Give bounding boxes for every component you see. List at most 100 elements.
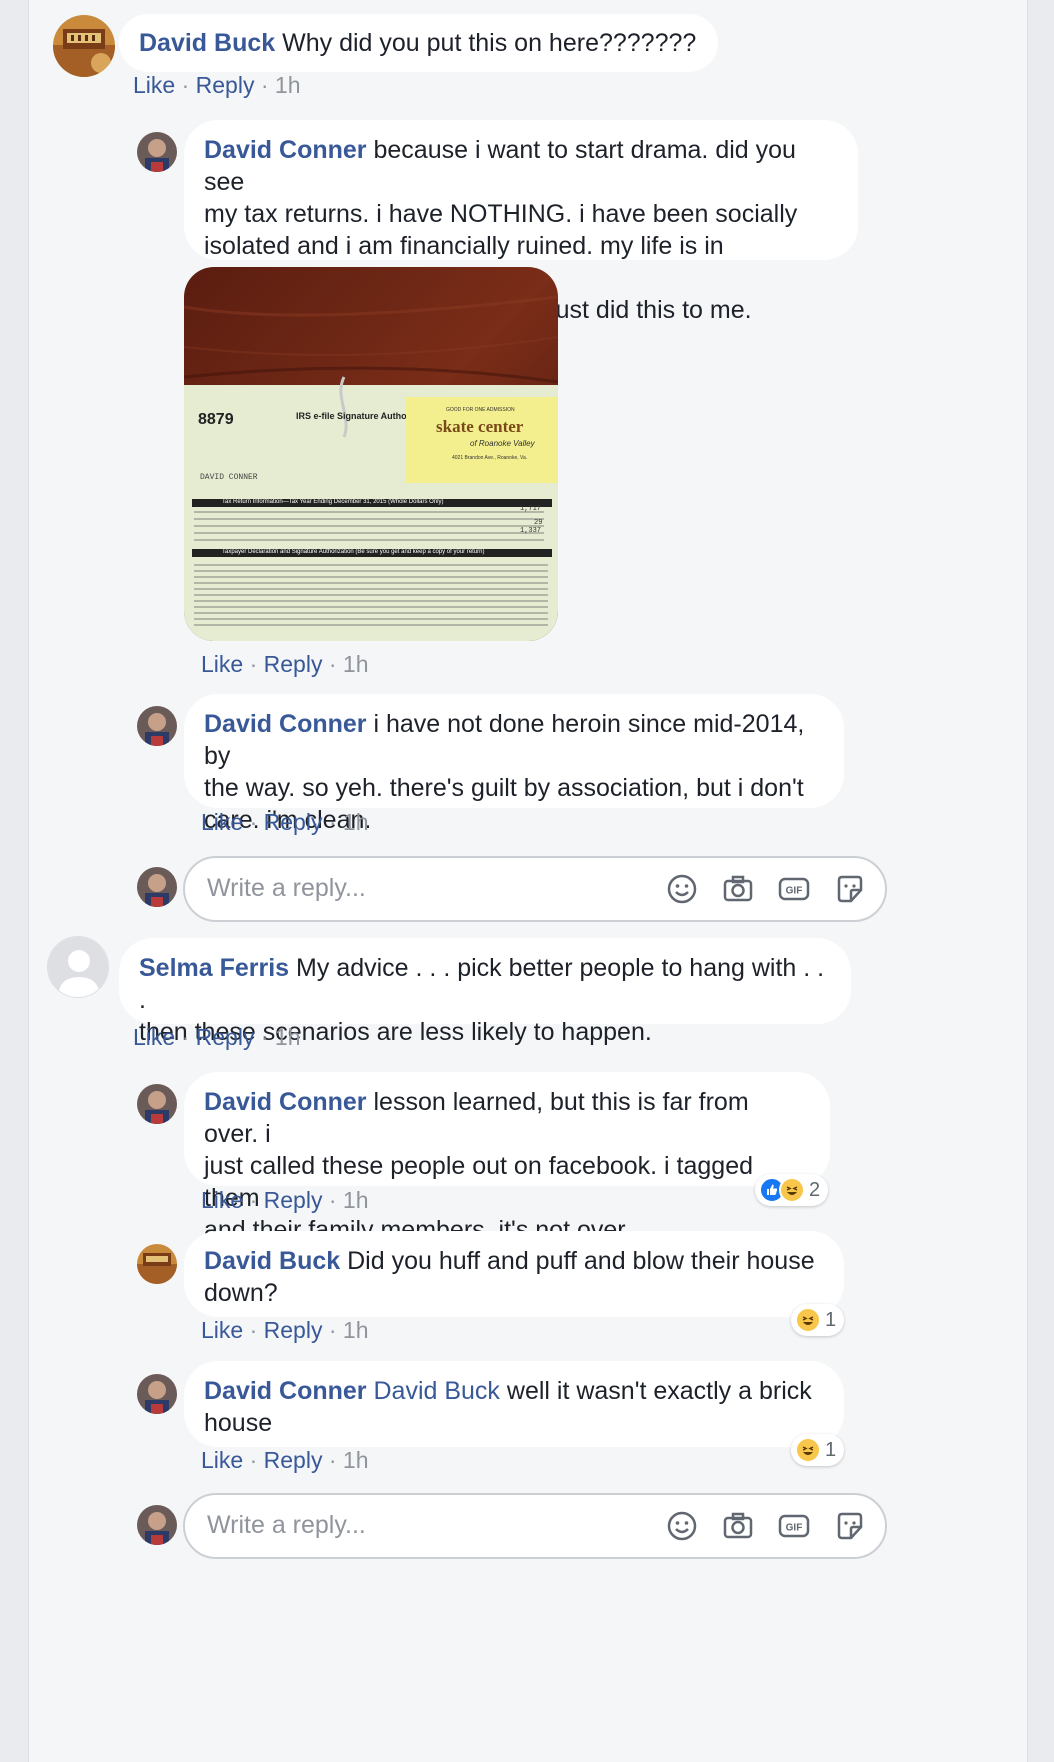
reply-actions: Like · Reply · 1h (201, 1447, 369, 1473)
comment-text: Why did you put this on here??????? (282, 29, 697, 57)
reply-bubble: David Conner i have not done heroin sinc… (184, 694, 844, 834)
reply-placeholder: Write a reply... (207, 1511, 366, 1539)
avatar[interactable] (53, 15, 115, 77)
form-value: 1,717 (520, 505, 542, 513)
guitar-avatar-icon (53, 15, 115, 77)
svg-text:GIF: GIF (786, 886, 803, 897)
like-link[interactable]: Like (133, 1024, 175, 1050)
reply-link[interactable]: Reply (196, 1024, 255, 1050)
reply-link[interactable]: Reply (264, 1187, 323, 1213)
person-avatar-icon (137, 132, 177, 172)
ticket-address: 4021 Brandon Ave., Roanoke, Va. (452, 455, 528, 461)
reply-author[interactable]: David Conner (204, 1377, 367, 1405)
form-part2: Taxpayer Declaration and Signature Autho… (222, 549, 485, 555)
timestamp[interactable]: 1h (275, 1024, 301, 1050)
reply-author[interactable]: David Conner (204, 1088, 367, 1116)
haha-reaction-icon (795, 1437, 821, 1463)
comment-actions: Like · Reply · 1h (133, 72, 301, 98)
form-part1: Tax Return Information—Tax Year Ending D… (222, 499, 444, 505)
like-link[interactable]: Like (201, 1187, 243, 1213)
comment-author[interactable]: Selma Ferris (139, 954, 289, 982)
like-link[interactable]: Like (201, 1317, 243, 1343)
reaction-count: 1 (825, 1438, 837, 1461)
reply-link[interactable]: Reply (264, 651, 323, 677)
reply-actions: Like · Reply · 1h (201, 651, 369, 677)
reply-input[interactable]: Write a reply... GIF (183, 1493, 887, 1559)
tax-form-photo (184, 267, 558, 641)
reply-link[interactable]: Reply (264, 1317, 323, 1343)
person-avatar-icon (137, 706, 177, 746)
reply-actions: Like · Reply · 1h (201, 1317, 369, 1343)
reply-link[interactable]: Reply (264, 1447, 323, 1473)
person-avatar-icon (137, 867, 177, 907)
default-profile-icon (48, 937, 108, 997)
camera-icon[interactable] (721, 872, 755, 906)
reply-actions: Like · Reply · 1h (201, 1187, 369, 1213)
comment-bubble: Selma Ferris My advice . . . pick better… (119, 938, 851, 1046)
reaction-summary[interactable]: 1 (791, 1434, 845, 1466)
reply-actions: Like · Reply · 1h (201, 809, 369, 835)
form-title: IRS e-file Signature Author (296, 411, 406, 421)
reply-author[interactable]: David Conner (204, 136, 367, 164)
reply-author[interactable]: David Buck (204, 1247, 340, 1275)
reaction-summary[interactable]: 1 (791, 1304, 845, 1336)
comment-bubble: David Buck Why did you put this on here?… (119, 14, 719, 72)
timestamp[interactable]: 1h (343, 809, 369, 835)
ticket-brand: skate center (436, 417, 524, 436)
form-value: 29 (534, 519, 543, 527)
gif-icon[interactable]: GIF (777, 872, 811, 906)
comments-panel: David Buck Why did you put this on here?… (28, 0, 1028, 1762)
avatar[interactable] (137, 1244, 177, 1284)
ticket-header: GOOD FOR ONE ADMISSION (446, 407, 515, 413)
avatar[interactable] (137, 132, 177, 172)
gif-icon[interactable]: GIF (777, 1509, 811, 1543)
form-value: 1,337 (520, 527, 542, 535)
reply-input[interactable]: Write a reply... GIF (183, 856, 887, 922)
haha-reaction-icon (779, 1177, 805, 1203)
emoji-icon[interactable] (665, 1509, 699, 1543)
reply-author[interactable]: David Conner (204, 710, 367, 738)
reaction-count: 1 (825, 1308, 837, 1331)
mention-link[interactable]: David Buck (373, 1377, 499, 1405)
svg-text:GIF: GIF (786, 1523, 803, 1534)
form-number: 8879 (198, 411, 234, 428)
reply-bubble: David Buck Did you huff and puff and blo… (184, 1231, 844, 1317)
attached-photo[interactable]: 8879 IRS e-file Signature Author DAVID C… (184, 267, 558, 641)
avatar[interactable] (47, 936, 109, 998)
reply-bubble: David Conner because i want to start dra… (184, 120, 858, 324)
sticker-icon[interactable] (833, 1509, 867, 1543)
comment-actions: Like · Reply · 1h (133, 1024, 301, 1050)
timestamp[interactable]: 1h (343, 1187, 369, 1213)
comment-author[interactable]: David Buck (139, 29, 275, 57)
like-link[interactable]: Like (201, 1447, 243, 1473)
reply-bubble: David Conner David Buck well it wasn't e… (184, 1361, 844, 1447)
avatar[interactable] (137, 706, 177, 746)
person-avatar-icon (137, 1374, 177, 1414)
emoji-icon[interactable] (665, 872, 699, 906)
like-link[interactable]: Like (201, 651, 243, 677)
reaction-count: 2 (809, 1178, 821, 1201)
reply-link[interactable]: Reply (264, 809, 323, 835)
haha-reaction-icon (795, 1307, 821, 1333)
person-avatar-icon (137, 1084, 177, 1124)
avatar[interactable] (137, 1084, 177, 1124)
sticker-icon[interactable] (833, 872, 867, 906)
reply-placeholder: Write a reply... (207, 874, 366, 902)
camera-icon[interactable] (721, 1509, 755, 1543)
person-avatar-icon (137, 1505, 177, 1545)
avatar[interactable] (137, 1374, 177, 1414)
reaction-summary[interactable]: 2 (755, 1174, 829, 1206)
like-link[interactable]: Like (133, 72, 175, 98)
form-name: DAVID CONNER (200, 473, 258, 482)
timestamp[interactable]: 1h (343, 1447, 369, 1473)
reply-bubble: David Conner lesson learned, but this is… (184, 1072, 830, 1244)
like-link[interactable]: Like (201, 809, 243, 835)
guitar-avatar-icon (137, 1244, 177, 1284)
reply-link[interactable]: Reply (196, 72, 255, 98)
avatar (137, 1505, 177, 1545)
timestamp[interactable]: 1h (275, 72, 301, 98)
timestamp[interactable]: 1h (343, 651, 369, 677)
timestamp[interactable]: 1h (343, 1317, 369, 1343)
avatar (137, 867, 177, 907)
ticket-sub: of Roanoke Valley (470, 439, 535, 448)
